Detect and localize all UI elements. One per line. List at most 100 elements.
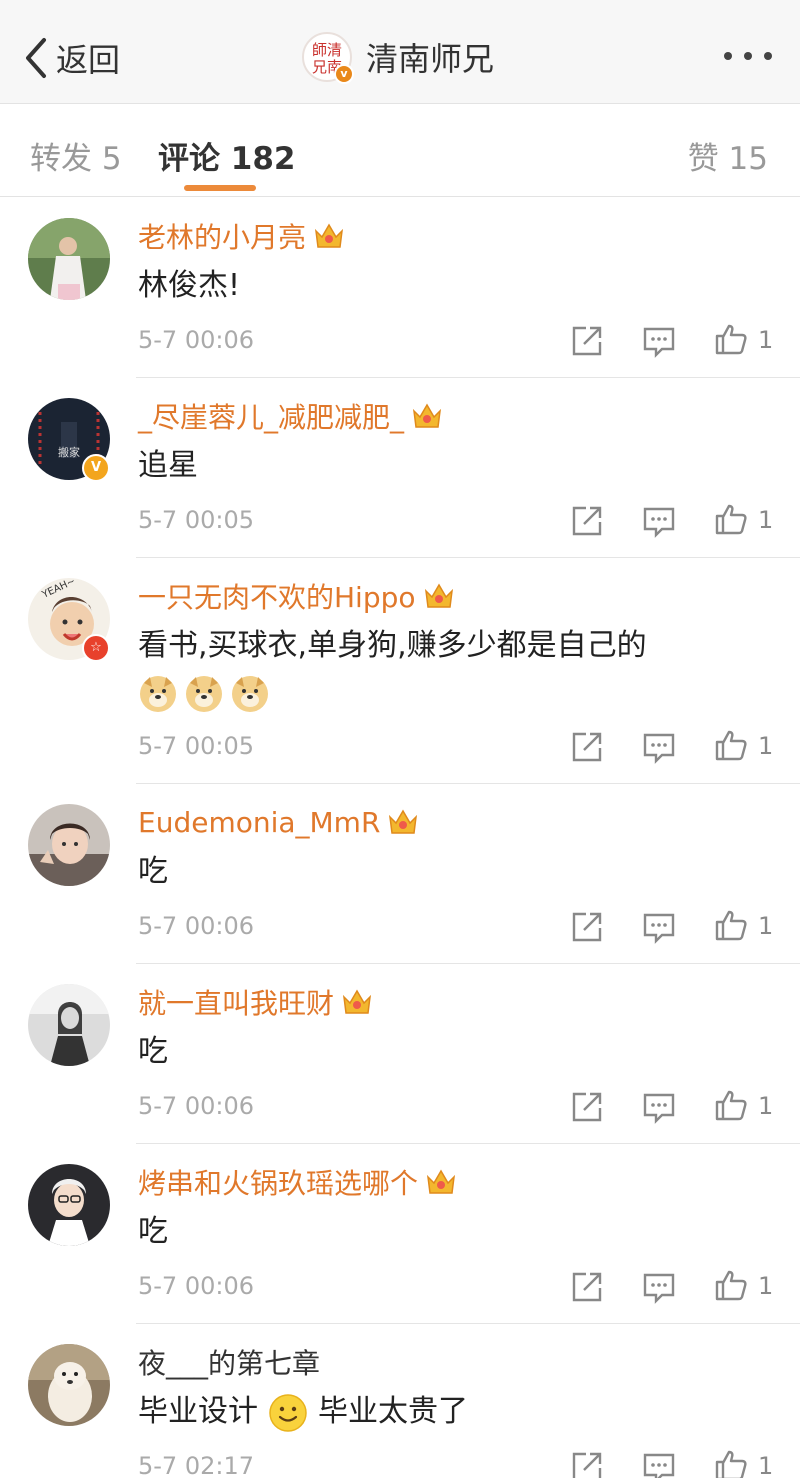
thumbs-up-icon[interactable] [714, 728, 748, 762]
username[interactable]: 一只无肉不欢的Hippo [138, 576, 416, 616]
emoji-row [138, 670, 778, 714]
avatar[interactable] [28, 804, 110, 886]
username[interactable]: Eudemonia_MmR [138, 806, 380, 839]
share-icon[interactable] [570, 324, 604, 358]
timestamp: 5-7 00:06 [138, 1272, 254, 1300]
thumbs-up-icon[interactable] [714, 1268, 748, 1302]
timestamp: 5-7 00:05 [138, 506, 254, 534]
dot-icon [764, 52, 772, 60]
smile-emoji [269, 1393, 307, 1432]
username[interactable]: _尽崖蓉儿_减肥减肥_ [138, 396, 404, 436]
share-icon[interactable] [570, 910, 604, 944]
comment-text-after: 毕业太贵了 [318, 1394, 468, 1429]
comment-text: 吃 [138, 854, 168, 889]
seal-logo-text-top: 師清 [312, 41, 342, 59]
comment-item: 搬家 V _尽崖蓉儿_减肥减肥_ 追星 5-7 00:05 1 [0, 378, 800, 558]
share-icon[interactable] [570, 1090, 604, 1124]
share-icon[interactable] [570, 504, 604, 538]
back-label: 返回 [56, 41, 121, 79]
comment-item: YEAH~ ☆ 一只无肉不欢的Hippo 看书,买球衣,单身狗,赚多少都是自己的… [0, 558, 800, 784]
comment-icon[interactable] [642, 1270, 676, 1304]
comment-text-before: 毕业设计 [138, 1394, 258, 1429]
username[interactable]: 就一直叫我旺财 [138, 982, 334, 1022]
like-count: 1 [758, 506, 774, 534]
comment-text: 吃 [138, 1034, 168, 1069]
avatar[interactable] [28, 218, 110, 300]
comment-text: 看书,买球衣,单身狗,赚多少都是自己的 [138, 624, 778, 714]
member-badge: ☆ [82, 634, 110, 662]
avatar[interactable] [28, 1344, 110, 1426]
chevron-left-icon [26, 38, 46, 78]
comment-text: 毕业设计 毕业太贵了 [138, 1390, 778, 1434]
like-count: 1 [758, 1092, 774, 1120]
username[interactable]: 老林的小月亮 [138, 216, 306, 256]
crown-icon [315, 223, 344, 248]
timestamp: 5-7 00:06 [138, 326, 254, 354]
comment-item: 老林的小月亮 林俊杰! 5-7 00:06 1 [0, 198, 800, 378]
like-count: 1 [758, 732, 774, 760]
like-count: 1 [758, 912, 774, 940]
username[interactable]: 夜___的第七章 [138, 1342, 320, 1382]
crown-icon [427, 1169, 456, 1194]
like-count: 1 [758, 1452, 774, 1478]
comment-text: 追星 [138, 448, 198, 483]
username[interactable]: 烤串和火锅玖瑶选哪个 [138, 1162, 418, 1202]
like-count: 1 [758, 326, 774, 354]
thumbs-up-icon[interactable] [714, 502, 748, 536]
crown-icon [424, 583, 453, 608]
comment-icon[interactable] [642, 1450, 676, 1478]
bw-photo-avatar-icon [28, 984, 110, 1066]
thumbs-up-icon[interactable] [714, 908, 748, 942]
dog-avatar-icon [28, 1344, 110, 1426]
crown-icon [389, 809, 418, 834]
verified-badge: V [82, 454, 110, 482]
like-count: 1 [758, 1272, 774, 1300]
tab-like[interactable]: 赞 15 [688, 133, 768, 178]
dot-icon [724, 52, 732, 60]
thumbs-up-icon[interactable] [714, 322, 748, 356]
comment-body: 看书,买球衣,单身狗,赚多少都是自己的 [138, 628, 647, 663]
thumbs-up-icon[interactable] [714, 1088, 748, 1122]
photo-avatar-icon [28, 804, 110, 886]
avatar[interactable] [28, 984, 110, 1066]
thumbs-up-icon[interactable] [714, 1448, 748, 1478]
comment-item: 柯 宇 烤串和火锅玖瑶选哪个 吃 5-7 00:06 1 [0, 1144, 800, 1324]
comment-icon[interactable] [642, 1090, 676, 1124]
timestamp: 5-7 00:05 [138, 732, 254, 760]
back-button[interactable]: 返回 [22, 34, 120, 82]
timestamp: 5-7 02:17 [138, 1452, 254, 1478]
crown-icon [413, 403, 442, 428]
nav-title[interactable]: 師清 兄南 v 清南师兄 [302, 30, 494, 84]
timestamp: 5-7 00:06 [138, 912, 254, 940]
tab-comment[interactable]: 评论 182 [158, 133, 296, 178]
photo-avatar-icon [28, 218, 110, 300]
avatar-text: 搬家 [58, 445, 80, 459]
portrait-avatar-icon: 柯 宇 [28, 1164, 110, 1246]
share-icon[interactable] [570, 730, 604, 764]
account-avatar[interactable]: 師清 兄南 v [302, 32, 354, 84]
comment-text: 林俊杰! [138, 268, 241, 303]
tab-repost[interactable]: 转发 5 [30, 133, 122, 178]
timestamp: 5-7 00:06 [138, 1092, 254, 1120]
share-icon[interactable] [570, 1270, 604, 1304]
comment-item: Eudemonia_MmR 吃 5-7 00:06 1 [0, 784, 800, 964]
avatar-text: 柯 宇 [53, 1226, 85, 1242]
verified-badge: v [334, 64, 354, 84]
share-icon[interactable] [570, 1450, 604, 1478]
doge-emoji [140, 675, 176, 712]
comment-icon[interactable] [642, 324, 676, 358]
crown-icon [343, 989, 372, 1014]
comment-icon[interactable] [642, 910, 676, 944]
more-options-button[interactable] [724, 46, 772, 66]
comment-item: 就一直叫我旺财 吃 5-7 00:06 1 [0, 964, 800, 1144]
page-title: 清南师兄 [366, 40, 495, 78]
comment-text: 吃 [138, 1214, 168, 1249]
avatar[interactable]: 柯 宇 [28, 1164, 110, 1246]
nav-bar: 返回 師清 兄南 v 清南师兄 [0, 0, 800, 104]
doge-emoji [186, 675, 222, 712]
dot-icon [744, 52, 752, 60]
comment-icon[interactable] [642, 730, 676, 764]
doge-emoji [232, 675, 268, 712]
tab-bar: 转发 5 评论 182 赞 15 [0, 105, 800, 197]
comment-icon[interactable] [642, 504, 676, 538]
